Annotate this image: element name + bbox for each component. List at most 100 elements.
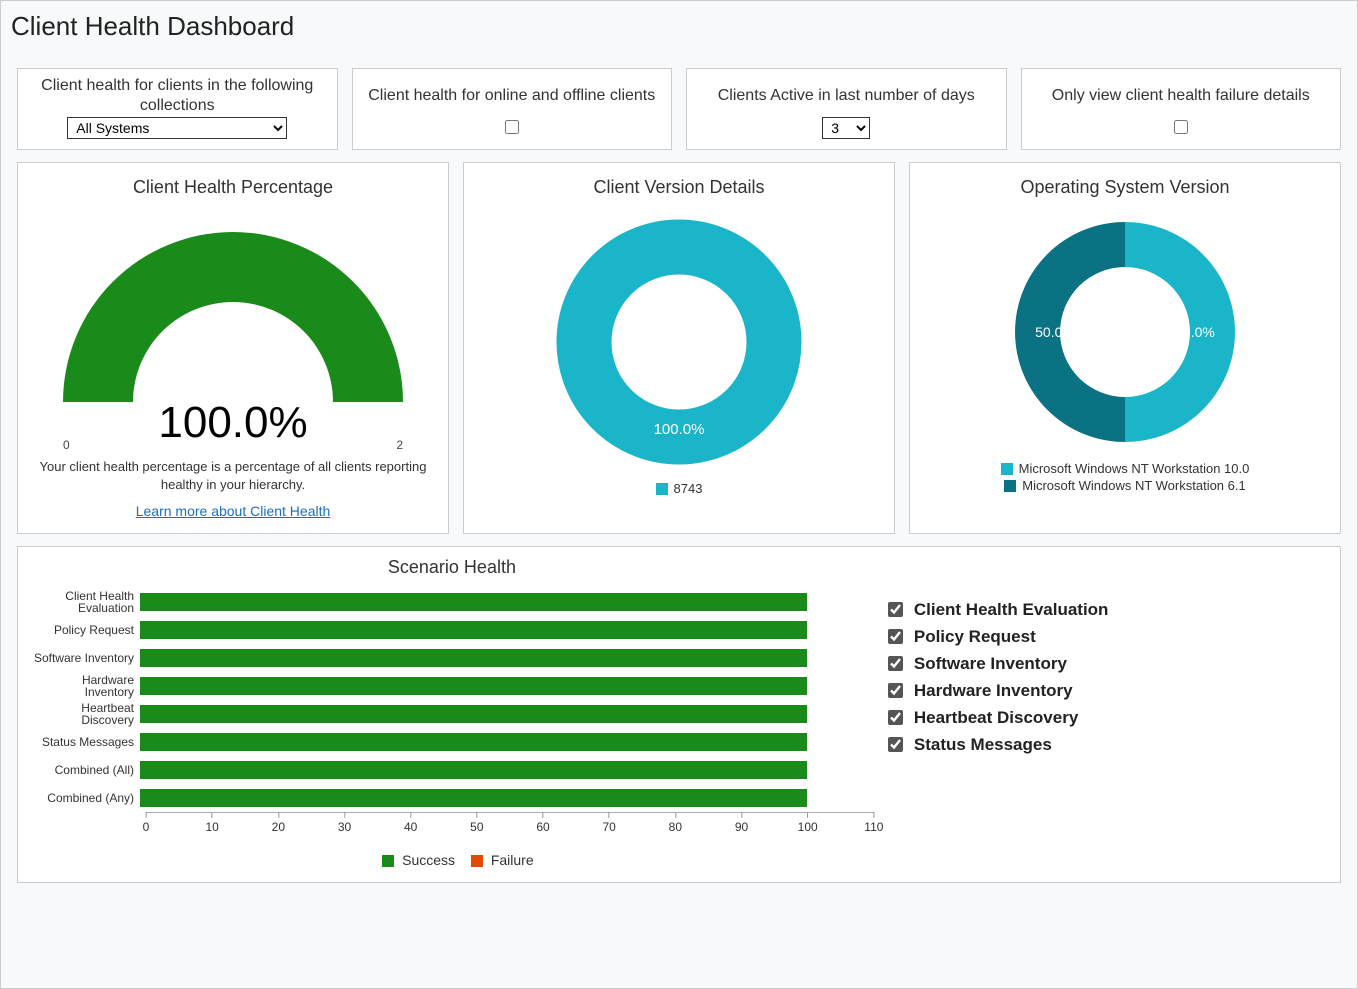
bar-row: Status Messages — [30, 728, 874, 756]
scenario-check-box[interactable] — [888, 602, 903, 617]
svg-text:100.0%: 100.0% — [654, 421, 705, 438]
os-legend-item: Microsoft Windows NT Workstation 6.1 — [1004, 478, 1245, 493]
bar-fill-success — [140, 649, 807, 667]
os-title: Operating System Version — [918, 177, 1332, 198]
scenario-filter-checks: Client Health Evaluation Policy Request So… — [884, 557, 1328, 868]
os-legend-label: Microsoft Windows NT Workstation 6.1 — [1022, 478, 1245, 493]
bar-row: Hardware Inventory — [30, 672, 874, 700]
scenario-check-box[interactable] — [888, 683, 903, 698]
svg-text:50.0%: 50.0% — [1175, 324, 1215, 340]
bar-label: Software Inventory — [30, 652, 140, 665]
bar-track — [140, 677, 874, 695]
filter-row: Client health for clients in the followi… — [17, 68, 1341, 150]
x-axis-tick: 20 — [272, 812, 285, 834]
legend-swatch-icon — [382, 855, 394, 867]
scenario-check[interactable]: Policy Request — [884, 626, 1328, 647]
active-days-select[interactable]: 3 — [822, 117, 870, 139]
os-card: Operating System Version 50.0% 50.0% Mic… — [909, 162, 1341, 534]
chart-row: Client Health Percentage 100.0% 0 2 Your… — [17, 162, 1341, 534]
scenario-check-box[interactable] — [888, 737, 903, 752]
version-legend: 8743 — [472, 481, 886, 496]
os-donut: 50.0% 50.0% — [995, 212, 1255, 452]
bar-fill-success — [140, 705, 807, 723]
filter-collection-title: Client health for clients in the followi… — [26, 75, 329, 117]
scenario-bar-chart: Client Health Evaluation Policy Request So… — [30, 588, 874, 812]
gauge-link[interactable]: Learn more about Client Health — [136, 503, 331, 519]
scenario-check[interactable]: Heartbeat Discovery — [884, 707, 1328, 728]
bar-row: Combined (Any) — [30, 784, 874, 812]
x-axis-tick: 110 — [864, 812, 883, 834]
page-title: Client Health Dashboard — [11, 11, 1349, 42]
version-card: Client Version Details 100.0% 8743 — [463, 162, 895, 534]
bar-track — [140, 789, 874, 807]
bar-fill-success — [140, 733, 807, 751]
scenario-chart-area: Scenario Health Client Health Evaluation… — [30, 557, 874, 868]
gauge-title: Client Health Percentage — [26, 177, 440, 198]
scenario-legend: Success Failure — [30, 852, 874, 868]
svg-text:50.0%: 50.0% — [1035, 324, 1075, 340]
scenario-check-label: Hardware Inventory — [914, 681, 1073, 701]
scenario-check-label: Policy Request — [914, 627, 1036, 647]
scenario-check-box[interactable] — [888, 656, 903, 671]
online-offline-checkbox[interactable] — [505, 120, 519, 134]
dashboard-root: Client Health Dashboard Client health fo… — [0, 0, 1358, 989]
version-donut: 100.0% — [549, 212, 809, 472]
legend-failure-label: Failure — [491, 852, 534, 868]
bar-label: Heartbeat Discovery — [30, 702, 140, 727]
bar-track — [140, 649, 874, 667]
scenario-check[interactable]: Software Inventory — [884, 653, 1328, 674]
legend-swatch-icon — [1001, 463, 1013, 475]
legend-swatch-icon — [1004, 480, 1016, 492]
bar-fill-success — [140, 761, 807, 779]
x-axis-tick: 40 — [404, 812, 417, 834]
filter-failure-only-title: Only view client health failure details — [1030, 75, 1333, 117]
scenario-title: Scenario Health — [30, 557, 874, 578]
bar-track — [140, 593, 874, 611]
os-legend: Microsoft Windows NT Workstation 10.0 Mi… — [918, 461, 1332, 493]
bar-fill-success — [140, 621, 807, 639]
bar-row: Client Health Evaluation — [30, 588, 874, 616]
filter-collection: Client health for clients in the followi… — [17, 68, 338, 150]
bar-row: Combined (All) — [30, 756, 874, 784]
bar-label: Combined (All) — [30, 764, 140, 777]
bar-track — [140, 705, 874, 723]
bar-track — [140, 621, 874, 639]
legend-swatch-icon — [656, 483, 668, 495]
collection-select[interactable]: All Systems — [67, 117, 287, 139]
gauge-min: 0 — [63, 438, 70, 452]
scenario-card: Scenario Health Client Health Evaluation… — [17, 546, 1341, 883]
bar-label: Client Health Evaluation — [30, 590, 140, 615]
x-axis-tick: 0 — [143, 812, 150, 834]
scenario-check-label: Client Health Evaluation — [914, 600, 1109, 620]
scenario-check[interactable]: Hardware Inventory — [884, 680, 1328, 701]
failure-only-checkbox[interactable] — [1174, 120, 1188, 134]
gauge-card: Client Health Percentage 100.0% 0 2 Your… — [17, 162, 449, 534]
scenario-check-box[interactable] — [888, 629, 903, 644]
scenario-check[interactable]: Status Messages — [884, 734, 1328, 755]
bar-label: Combined (Any) — [30, 792, 140, 805]
bar-row: Policy Request — [30, 616, 874, 644]
bar-track — [140, 733, 874, 751]
gauge-description: Your client health percentage is a perce… — [34, 458, 432, 493]
legend-success-label: Success — [402, 852, 455, 868]
x-axis-tick: 70 — [602, 812, 615, 834]
scenario-check[interactable]: Client Health Evaluation — [884, 599, 1328, 620]
legend-swatch-icon — [471, 855, 483, 867]
bar-label: Hardware Inventory — [30, 674, 140, 699]
x-axis-tick: 50 — [470, 812, 483, 834]
x-axis-tick: 60 — [536, 812, 549, 834]
filter-online-offline: Client health for online and offline cli… — [352, 68, 673, 150]
scenario-check-box[interactable] — [888, 710, 903, 725]
scenario-check-label: Heartbeat Discovery — [914, 708, 1078, 728]
gauge-chart — [43, 212, 423, 412]
x-axis: 0102030405060708090100110 — [146, 812, 874, 846]
version-title: Client Version Details — [472, 177, 886, 198]
filter-active-days: Clients Active in last number of days 3 — [686, 68, 1007, 150]
scenario-check-label: Software Inventory — [914, 654, 1067, 674]
version-legend-item: 8743 — [656, 481, 703, 496]
bar-fill-success — [140, 593, 807, 611]
x-axis-tick: 10 — [205, 812, 218, 834]
scenario-check-label: Status Messages — [914, 735, 1052, 755]
x-axis-tick: 80 — [669, 812, 682, 834]
bar-label: Policy Request — [30, 624, 140, 637]
